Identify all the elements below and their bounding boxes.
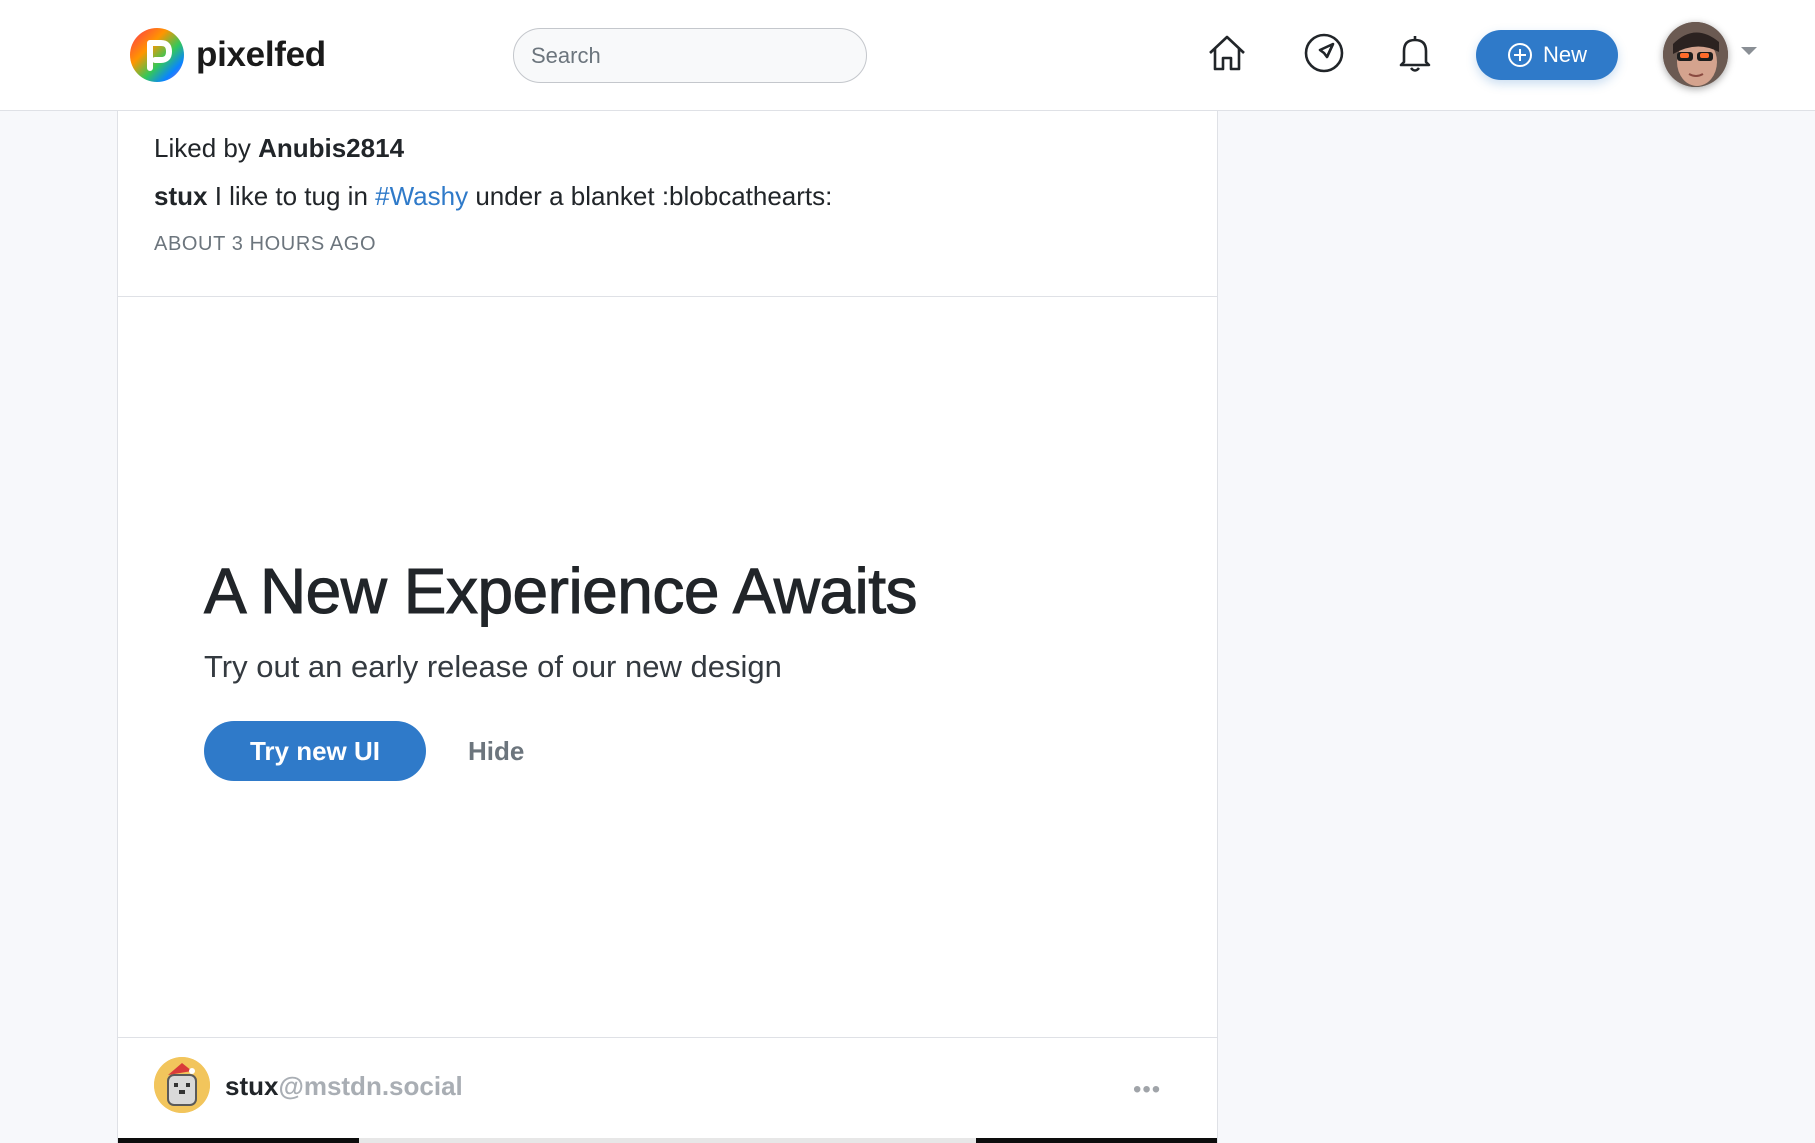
liked-by-line: Liked by Anubis2814	[154, 133, 404, 164]
compass-icon	[1304, 33, 1344, 73]
liked-by-user-link[interactable]: Anubis2814	[258, 133, 404, 163]
hide-promo-button[interactable]: Hide	[468, 721, 524, 781]
brand-name: pixelfed	[196, 35, 326, 74]
promo-subtitle: Try out an early release of our new desi…	[204, 649, 782, 684]
liked-by-prefix: Liked by	[154, 133, 251, 163]
caption-text-before: I like to tug in	[214, 181, 368, 211]
caption-text-after: under a blanket :blobcathearts:	[475, 181, 833, 211]
hashtag-link[interactable]: #Washy	[375, 181, 468, 211]
top-navbar: pixelfed Search New	[0, 0, 1815, 111]
pixelfed-logo-icon	[130, 28, 184, 82]
plus-circle-icon	[1507, 43, 1532, 67]
user-avatar-image	[1663, 22, 1728, 87]
post-media-inner	[359, 1138, 976, 1143]
account-menu-caret-icon[interactable]	[1741, 47, 1757, 55]
divider	[118, 1037, 1217, 1038]
search-placeholder: Search	[531, 42, 601, 68]
search-input[interactable]: Search	[513, 28, 867, 83]
user-avatar[interactable]	[1663, 22, 1728, 87]
polar-bear-avatar-image	[154, 1057, 210, 1113]
home-button[interactable]	[1205, 31, 1249, 75]
post-author-username: stux	[225, 1071, 279, 1101]
more-options-icon[interactable]: •••	[1133, 1076, 1161, 1104]
post-author-instance: @mstdn.social	[278, 1071, 463, 1101]
promo-title: A New Experience Awaits	[203, 555, 918, 628]
notifications-button[interactable]	[1393, 31, 1437, 75]
new-post-label: New	[1542, 42, 1587, 67]
post-author-name[interactable]: stux@mstdn.social	[225, 1071, 463, 1102]
bell-icon	[1399, 36, 1431, 72]
post-caption: stux I like to tug in #Washy under a bla…	[154, 181, 832, 212]
explore-button[interactable]	[1302, 31, 1346, 75]
new-post-button[interactable]: New	[1476, 30, 1618, 80]
post-timestamp[interactable]: ABOUT 3 HOURS AGO	[154, 233, 376, 256]
post-author-avatar[interactable]	[154, 1057, 210, 1113]
brand-link[interactable]: pixelfed	[130, 27, 326, 83]
home-icon	[1209, 35, 1245, 71]
divider	[118, 296, 1217, 297]
caption-username-link[interactable]: stux	[154, 181, 207, 211]
feed-card: Liked by Anubis2814 stux I like to tug i…	[117, 111, 1218, 1143]
post-media-top-edge	[118, 1138, 1217, 1143]
try-new-ui-button[interactable]: Try new UI	[204, 721, 426, 781]
